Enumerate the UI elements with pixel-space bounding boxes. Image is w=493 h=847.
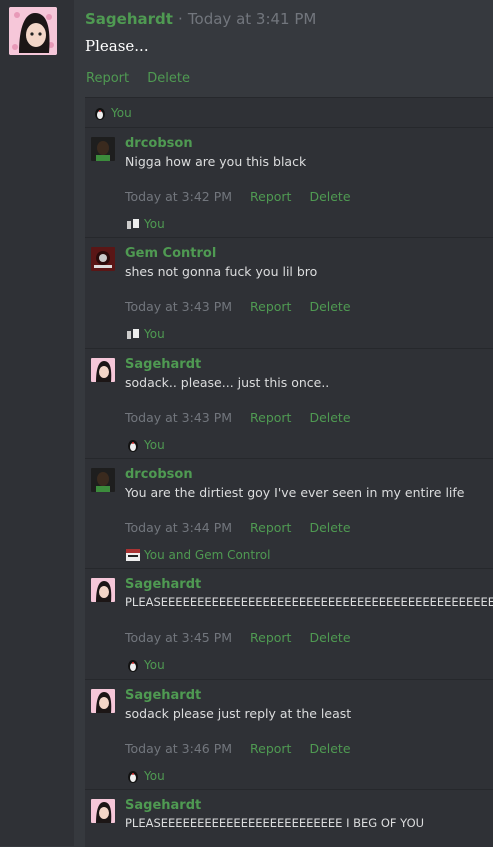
reply-meta: Today at 3:42 PM Report Delete [125, 189, 365, 204]
delete-button[interactable]: Delete [309, 630, 350, 645]
reply-timestamp: Today at 3:46 PM [125, 741, 233, 756]
penguin-icon [128, 771, 138, 783]
delete-button[interactable]: Delete [309, 189, 350, 204]
reaction-summary[interactable]: You [125, 327, 165, 341]
report-button[interactable]: Report [250, 630, 291, 645]
delete-button[interactable]: Delete [309, 299, 350, 314]
sagehardt-avatar[interactable] [91, 689, 115, 713]
reply-author[interactable]: Sagehardt [125, 577, 201, 592]
separator: · [178, 10, 183, 28]
reaction-summary[interactable]: You [125, 217, 165, 231]
reaction-summary[interactable]: You and Gem Control [125, 548, 270, 562]
reply-item: Sagehardt PLEASEEEEEEEEEEEEEEEEEEEEEEEEE… [85, 789, 493, 847]
reaction-summary[interactable]: You [125, 658, 165, 672]
gem-control-avatar[interactable] [91, 247, 115, 271]
penguin-icon [128, 440, 138, 452]
left-gutter [0, 0, 74, 846]
reply-author[interactable]: Sagehardt [125, 688, 201, 703]
reply-meta: Today at 3:45 PM Report Delete [125, 630, 365, 645]
timestamp: Today at 3:41 PM [187, 10, 317, 28]
reply-meta: Today at 3:46 PM Report Delete [125, 741, 365, 756]
reaction-summary[interactable]: You [92, 106, 132, 120]
delete-button[interactable]: Delete [309, 520, 350, 535]
reaction-summary[interactable]: You [125, 769, 165, 783]
reply-author[interactable]: Gem Control [125, 246, 216, 261]
penguin-icon [128, 660, 138, 672]
reply-author[interactable]: Sagehardt [125, 798, 201, 813]
reply-author[interactable]: drcobson [125, 136, 193, 151]
reply-item: Sagehardt sodack.. please... just this o… [85, 348, 493, 459]
reply-author[interactable]: drcobson [125, 467, 193, 482]
reactor-label: You [144, 217, 165, 231]
reply-item: drcobson You are the dirtiest goy I've e… [85, 458, 493, 569]
reactor-label: You [144, 658, 165, 672]
reactor-label: You [144, 327, 165, 341]
reply-text: You are the dirtiest goy I've ever seen … [125, 485, 465, 500]
delete-button[interactable]: Delete [147, 71, 190, 86]
reply-item: drcobson Nigga how are you this black To… [85, 127, 493, 238]
reply-timestamp: Today at 3:42 PM [125, 189, 233, 204]
message-header: Sagehardt · Today at 3:41 PM [85, 8, 316, 30]
author-name[interactable]: Sagehardt [85, 10, 173, 28]
reply-text: PLEASEEEEEEEEEEEEEEEEEEEEEEEEE I BEG OF … [125, 816, 425, 830]
reply-meta: Today at 3:43 PM Report Delete [125, 410, 365, 425]
reply-text: sodack please just reply at the least [125, 706, 352, 721]
reactor-label: You [111, 106, 132, 120]
reply-text: Nigga how are you this black [125, 154, 307, 169]
hand-emoji-icon [127, 219, 139, 229]
reply-timestamp: Today at 3:43 PM [125, 410, 233, 425]
drcobson-avatar[interactable] [91, 137, 115, 161]
sagehardt-avatar[interactable] [91, 358, 115, 382]
reply-item: Sagehardt sodack please just reply at th… [85, 679, 493, 790]
sagehardt-avatar[interactable] [9, 7, 57, 55]
reply-item: Gem Control shes not gonna fuck you lil … [85, 237, 493, 349]
report-button[interactable]: Report [250, 299, 291, 314]
reactor-label: You [144, 438, 165, 452]
reactor-label: You [144, 769, 165, 783]
reply-item: Sagehardt PLEASEEEEEEEEEEEEEEEEEEEEEEEEE… [85, 568, 493, 680]
penguin-icon [95, 108, 105, 120]
report-button[interactable]: Report [250, 520, 291, 535]
reply-meta: Today at 3:43 PM Report Delete [125, 299, 365, 314]
reaction-summary[interactable]: You [125, 438, 165, 452]
reply-timestamp: Today at 3:44 PM [125, 520, 233, 535]
message-text: Please... [85, 37, 149, 55]
reply-author[interactable]: Sagehardt [125, 357, 201, 372]
report-button[interactable]: Report [250, 741, 291, 756]
sagehardt-avatar[interactable] [91, 578, 115, 602]
reactor-label: You and Gem Control [144, 548, 271, 562]
message-actions: Report Delete [86, 71, 204, 86]
reply-text: shes not gonna fuck you lil bro [125, 264, 318, 279]
reply-timestamp: Today at 3:43 PM [125, 299, 233, 314]
drcobson-avatar[interactable] [91, 468, 115, 492]
reply-text: PLEASEEEEEEEEEEEEEEEEEEEEEEEEEEEEEEEEEEE… [125, 595, 493, 609]
hand-emoji-icon [127, 329, 139, 339]
reply-text: sodack.. please... just this once.. [125, 375, 330, 390]
report-button[interactable]: Report [250, 410, 291, 425]
reply-timestamp: Today at 3:45 PM [125, 630, 233, 645]
sagehardt-avatar[interactable] [91, 799, 115, 823]
report-button[interactable]: Report [86, 71, 129, 86]
delete-button[interactable]: Delete [309, 741, 350, 756]
reply-thread: You drcobson Nigga how are you this blac… [85, 97, 493, 847]
report-button[interactable]: Report [250, 189, 291, 204]
delete-button[interactable]: Delete [309, 410, 350, 425]
reply-meta: Today at 3:44 PM Report Delete [125, 520, 365, 535]
sticker-emoji-icon [126, 549, 140, 561]
